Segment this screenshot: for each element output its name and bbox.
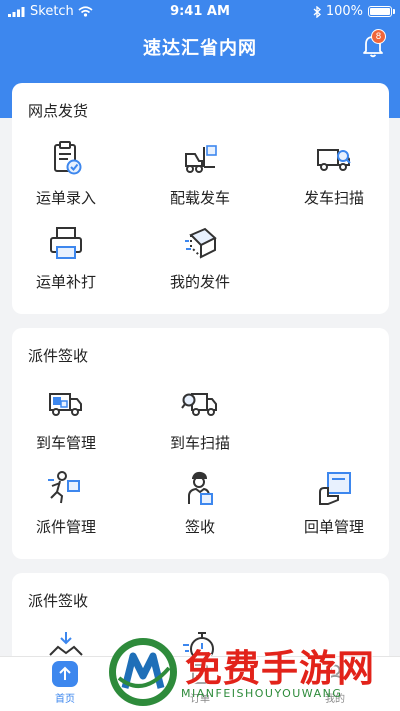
menu-item-my-shipments[interactable]: 我的发件 [150, 223, 250, 292]
truck-boxes-icon [49, 393, 82, 416]
watermark-subtext: MIANFEISHOUYOUWANG [181, 687, 343, 700]
menu-item-label: 发车扫描 [303, 189, 364, 207]
courier-sign-icon [188, 471, 213, 505]
menu-item-label: 签收 [184, 518, 215, 536]
page-title: 速达汇省内网 [143, 38, 257, 59]
home-icon [52, 661, 78, 687]
receipt-hand-icon [319, 472, 351, 505]
section-title: 派件签收 [28, 347, 89, 365]
courier-running-icon [48, 471, 80, 504]
menu-item-arrival-scan[interactable]: 到车扫描 [150, 384, 250, 453]
menu-item-label: 运单补打 [35, 273, 96, 291]
package-icon [185, 227, 217, 259]
menu-item-waybill-reprint[interactable]: 运单补打 [16, 223, 116, 292]
menu-item-label: 派件管理 [35, 518, 96, 536]
menu-item-dispatch-scan[interactable]: 发车扫描 [284, 139, 384, 208]
menu-item-loading-dispatch[interactable]: 配载发车 [150, 139, 250, 208]
section-title: 派件签收 [28, 592, 89, 610]
status-bar: Sketch 9:41 AM 100% [0, 0, 400, 24]
menu-item-sign-receipt[interactable]: 签收 [150, 468, 250, 537]
battery-percent: 100% [325, 4, 363, 19]
section-card-shipping: 网点发货 运单录入 配载发车 发车扫描 运单补打 我的发件 [12, 83, 389, 314]
clipboard-check-icon [54, 141, 82, 175]
menu-item-receipt-management[interactable]: 回单管理 [284, 468, 384, 537]
tab-label: 首页 [55, 694, 75, 705]
truck-scan-icon [317, 149, 351, 171]
menu-item-arrival-management[interactable]: 到车管理 [16, 384, 116, 453]
status-right: 100% [313, 4, 395, 19]
truck-magnifier-icon [181, 393, 217, 416]
forklift-icon [185, 145, 217, 173]
menu-item-label: 运单录入 [35, 189, 96, 207]
notification-badge: 8 [371, 29, 386, 44]
watermark-text: 免费手游网 [185, 647, 375, 690]
menu-item-dispatch-management[interactable]: 派件管理 [16, 468, 116, 537]
bluetooth-icon [313, 5, 321, 18]
tab-home[interactable]: 首页 [35, 661, 95, 705]
printer-icon [50, 227, 82, 259]
section-title: 网点发货 [28, 102, 89, 120]
battery-icon [368, 6, 395, 17]
menu-item-label: 到车扫描 [169, 434, 230, 452]
menu-item-label: 配载发车 [169, 189, 230, 207]
menu-item-label: 我的发件 [169, 273, 230, 291]
menu-item-label: 回单管理 [303, 518, 364, 536]
watermark-logo-icon [109, 638, 177, 706]
menu-item-label: 到车管理 [35, 434, 96, 452]
section-card-delivery: 派件签收 到车管理 到车扫描 派件管理 签收 回单管理 [12, 328, 389, 559]
menu-item-waybill-entry[interactable]: 运单录入 [16, 139, 116, 208]
watermark: 免费手游网 MIANFEISHOUYOUWANG [105, 632, 400, 711]
